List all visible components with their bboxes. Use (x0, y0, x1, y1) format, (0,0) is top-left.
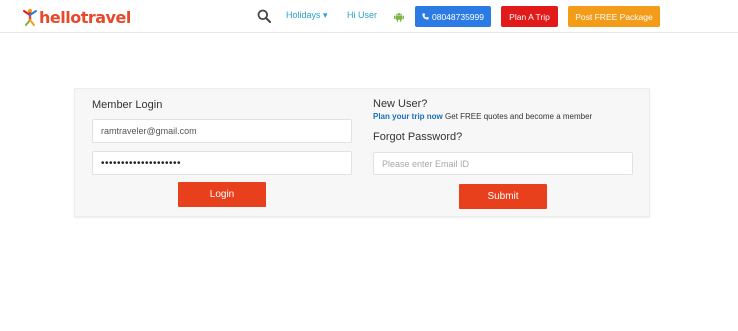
login-button[interactable]: Login (178, 182, 266, 207)
login-card: Member Login ramtraveler@gmail.com •••••… (74, 88, 650, 217)
phone-icon (422, 13, 429, 20)
phone-number: 08048735999 (431, 11, 484, 22)
top-header: hellotravel Holidays ▾ Hi User 080487359… (0, 0, 738, 33)
new-user-title: New User? (373, 98, 428, 110)
user-greeting-link[interactable]: Hi User (347, 10, 377, 20)
submit-button[interactable]: Submit (459, 184, 547, 209)
member-login-title: Member Login (92, 99, 163, 111)
forgot-email-field[interactable]: Please enter Email ID (373, 152, 633, 175)
login-email-field[interactable]: ramtraveler@gmail.com (92, 119, 352, 143)
search-icon[interactable] (257, 9, 271, 23)
holidays-menu[interactable]: Holidays ▾ (286, 10, 328, 21)
traveler-figure-icon (23, 8, 37, 26)
forgot-password-title: Forgot Password? (373, 131, 463, 143)
logo-text: hellotravel (39, 7, 131, 27)
post-free-package-button[interactable]: Post FREE Package (568, 6, 660, 27)
plan-a-trip-button[interactable]: Plan A Trip (501, 6, 558, 27)
member-login-panel: Member Login ramtraveler@gmail.com •••••… (75, 89, 359, 218)
plan-trip-line: Plan your trip now Get FREE quotes and b… (373, 112, 592, 121)
chevron-down-icon: ▾ (323, 10, 328, 20)
plan-trip-description: Get FREE quotes and become a member (445, 112, 593, 121)
android-icon[interactable] (393, 10, 405, 22)
login-password-field[interactable]: •••••••••••••••••••• (92, 151, 352, 175)
new-user-panel: New User? Plan your trip now Get FREE qu… (359, 89, 651, 218)
plan-trip-link[interactable]: Plan your trip now (373, 112, 443, 121)
hellotravel-logo[interactable]: hellotravel (22, 6, 131, 28)
call-phone-button[interactable]: 08048735999 (415, 6, 491, 27)
holidays-label: Holidays (286, 10, 321, 20)
